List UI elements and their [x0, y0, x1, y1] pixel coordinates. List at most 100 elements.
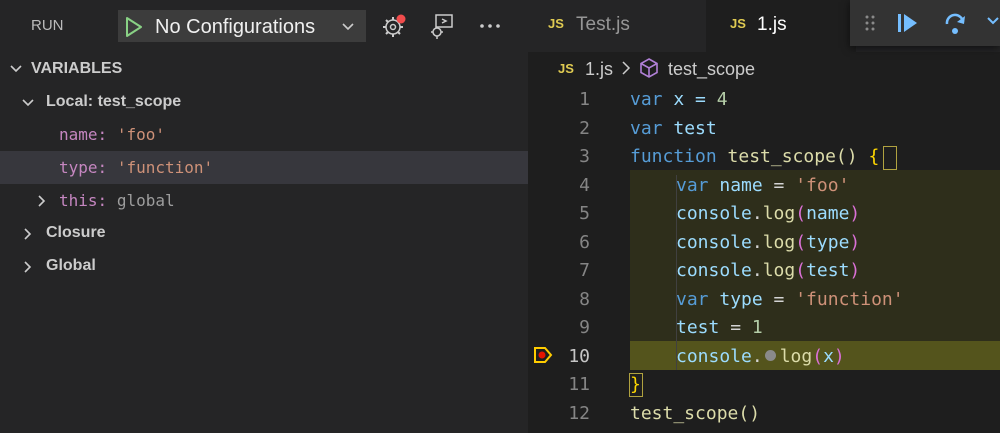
variable-this-key: this: — [59, 191, 108, 210]
string-literal: 'function' — [795, 288, 904, 310]
code-line: 9 test = 1 — [528, 313, 1000, 342]
operator: = — [719, 317, 752, 338]
code-editor[interactable]: 1 var x = 4 2 var test 3 function test_s… — [528, 85, 1000, 433]
function-name: test_scope — [716, 146, 836, 167]
code-line: 4 var name = 'foo' — [528, 171, 1000, 200]
scope-closure-label: Closure — [46, 224, 106, 241]
inline-breakpoint-icon[interactable] — [764, 349, 776, 361]
chevron-right-icon — [24, 261, 32, 273]
code-line: 12 test_scope() — [528, 399, 1000, 428]
operator: = — [762, 288, 796, 310]
variable-name[interactable]: name: 'foo' — [0, 118, 528, 151]
function-name: log — [762, 260, 796, 281]
settings-gear-icon[interactable] — [380, 12, 408, 40]
debug-console-icon[interactable] — [428, 12, 456, 40]
scope-global[interactable]: Global — [0, 250, 528, 283]
variable-this-value: global — [116, 191, 175, 210]
drag-handle-icon[interactable] — [864, 14, 876, 32]
bracket: ) — [849, 260, 861, 281]
argument: type — [806, 231, 850, 253]
bracket: ( — [795, 203, 807, 224]
continue-icon[interactable] — [896, 11, 920, 35]
function-name: log — [779, 345, 813, 367]
keyword: var — [676, 174, 709, 196]
object: console — [676, 260, 752, 281]
tab-1-js[interactable]: JS 1.js — [706, 0, 856, 52]
line-number: 12 — [568, 402, 590, 424]
debug-toolbar — [850, 0, 1000, 46]
tab-test-js[interactable]: JS Test.js — [528, 0, 706, 52]
variable-name-value: 'foo' — [116, 125, 165, 144]
chevron-right-icon — [38, 195, 46, 207]
bracket: { — [868, 146, 880, 167]
tab-label: Test.js — [576, 14, 630, 35]
code-line-current: 10 console. log(x) — [528, 342, 1000, 371]
punctuation: . — [751, 260, 763, 281]
argument: x — [823, 345, 834, 367]
code-text: x = — [662, 89, 717, 110]
line-number: 4 — [579, 174, 590, 196]
breadcrumb-symbol[interactable]: test_scope — [668, 59, 755, 80]
keyword: var — [676, 288, 709, 310]
scope-closure[interactable]: Closure — [0, 217, 528, 250]
punctuation: () — [835, 146, 869, 167]
bracket-match-open — [883, 146, 897, 170]
tab-label: 1.js — [757, 14, 787, 35]
variable: name — [708, 174, 763, 196]
function-symbol-icon — [640, 58, 658, 78]
bracket: ) — [849, 231, 861, 253]
variable: test — [676, 317, 720, 338]
variable: type — [708, 288, 763, 310]
variables-section-header[interactable]: VARIABLES — [0, 56, 528, 82]
step-over-icon[interactable] — [943, 10, 969, 36]
operator: = — [762, 174, 796, 196]
line-content: console.log(test) — [676, 260, 860, 281]
line-number: 3 — [579, 146, 590, 167]
line-number: 8 — [579, 288, 590, 310]
chevron-down-icon[interactable] — [986, 14, 1000, 28]
line-number: 11 — [568, 374, 590, 395]
number-literal: 4 — [716, 89, 728, 110]
scope-local[interactable]: Local: test_scope — [0, 86, 528, 119]
configuration-select-value: No Configurations — [155, 16, 316, 38]
variable-name-key: name: — [59, 125, 108, 144]
number-literal: 1 — [751, 317, 763, 338]
bracket: ( — [812, 345, 824, 367]
run-view-title: RUN — [31, 17, 64, 34]
js-file-icon: JS — [730, 16, 746, 31]
variable-type[interactable]: type: 'function' — [0, 151, 528, 184]
punctuation: . — [751, 345, 763, 367]
variable-this[interactable]: this: global — [0, 184, 528, 217]
line-content: var test — [630, 118, 717, 139]
variable-name-entry: name: 'foo' — [59, 125, 165, 144]
punctuation: () — [738, 402, 761, 424]
bracket: ) — [833, 345, 845, 367]
bracket: ( — [795, 260, 807, 281]
line-number: 7 — [579, 260, 590, 281]
line-content: function test_scope() { — [630, 146, 879, 167]
variable: test — [662, 117, 717, 139]
breadcrumb-file[interactable]: 1.js — [585, 59, 613, 80]
more-actions-icon[interactable] — [476, 12, 504, 40]
code-line: 6 console.log(type) — [528, 228, 1000, 257]
code-line: 3 function test_scope() { — [528, 142, 1000, 171]
variable-type-key: type: — [59, 158, 108, 177]
line-content: test_scope() — [630, 403, 760, 424]
line-number: 1 — [579, 89, 590, 110]
punctuation: . — [751, 231, 763, 253]
bracket: ) — [849, 203, 861, 224]
line-content: var type = 'function' — [676, 289, 904, 310]
code-line: 8 var type = 'function' — [528, 285, 1000, 314]
configuration-select[interactable]: No Configurations — [118, 10, 366, 42]
line-number: 6 — [579, 231, 590, 253]
bracket: ( — [795, 231, 807, 253]
variable-this-entry: this: global — [59, 191, 175, 210]
keyword: var — [630, 89, 663, 110]
line-content: console.log(name) — [676, 203, 860, 224]
function-name: log — [762, 203, 796, 224]
code-line: 1 var x = 4 — [528, 85, 1000, 114]
line-content: test = 1 — [676, 317, 763, 338]
js-file-icon: JS — [548, 16, 564, 31]
start-debugging-icon[interactable] — [124, 16, 144, 38]
function-name: log — [762, 231, 796, 253]
